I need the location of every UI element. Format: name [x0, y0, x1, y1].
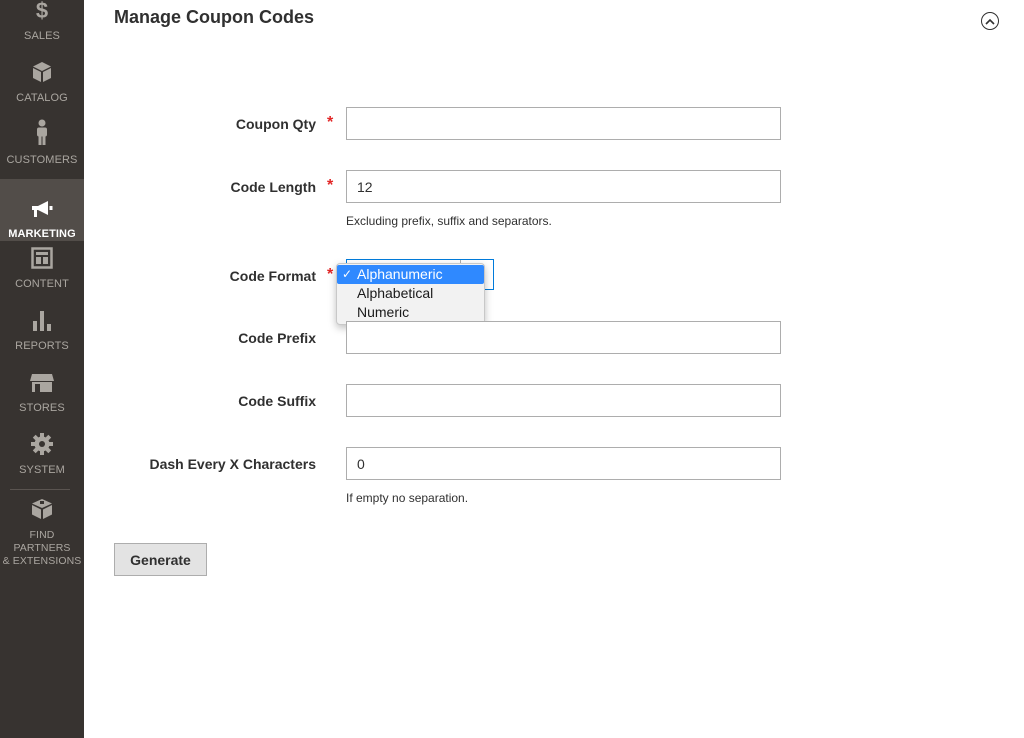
sidebar-item-label: CUSTOMERS: [6, 154, 78, 166]
code-length-note: Excluding prefix, suffix and separators.: [346, 214, 552, 228]
sidebar-item-partners[interactable]: FIND PARTNERS & EXTENSIONS: [0, 498, 84, 568]
option-label: Alphanumeric: [357, 266, 443, 282]
sidebar-item-label: SYSTEM: [19, 464, 65, 476]
admin-sidebar: $ SALES CATALOG CUSTOMERS MARKETING CONT…: [0, 0, 84, 738]
option-alphabetical[interactable]: Alphabetical: [337, 284, 484, 303]
sidebar-item-label: REPORTS: [15, 340, 69, 352]
section-title: Manage Coupon Codes: [114, 7, 315, 27]
chevron-up-icon: [985, 18, 995, 25]
sidebar-item-system[interactable]: SYSTEM: [0, 415, 84, 477]
megaphone-icon: [30, 199, 54, 224]
sidebar-divider: [10, 489, 70, 490]
collapse-section-button[interactable]: [981, 12, 999, 30]
code-format-label: Code Format: [229, 268, 316, 284]
sidebar-item-catalog[interactable]: CATALOG: [0, 43, 84, 105]
option-label: Alphabetical: [357, 285, 434, 301]
sidebar-item-label: STORES: [19, 402, 65, 414]
generate-button[interactable]: Generate: [114, 543, 207, 576]
sidebar-item-content[interactable]: CONTENT: [0, 229, 84, 291]
bar-chart-icon: [32, 309, 52, 336]
sidebar-item-label: CONTENT: [15, 278, 69, 290]
sidebar-item-stores[interactable]: STORES: [0, 353, 84, 415]
dash-every-input[interactable]: [346, 447, 781, 480]
code-suffix-label: Code Suffix: [238, 393, 316, 409]
svg-text:$: $: [36, 0, 48, 21]
cube-icon: [32, 61, 52, 88]
coupon-qty-input[interactable]: [346, 107, 781, 140]
option-alphanumeric[interactable]: ✓ Alphanumeric: [337, 265, 484, 284]
required-marker: *: [327, 114, 334, 131]
gear-icon: [31, 433, 53, 460]
storefront-icon: [29, 373, 55, 398]
sidebar-item-sales[interactable]: $ SALES: [0, 0, 84, 43]
required-marker: *: [327, 177, 334, 194]
dash-every-label: Dash Every X Characters: [149, 456, 316, 472]
layout-icon: [31, 247, 53, 274]
box-icon: [31, 498, 53, 525]
code-suffix-input[interactable]: [346, 384, 781, 417]
dash-every-note: If empty no separation.: [346, 491, 469, 505]
partners-label-line1: FIND PARTNERS: [13, 529, 71, 554]
sidebar-item-label: CATALOG: [16, 92, 68, 104]
coupon-qty-label: Coupon Qty: [235, 116, 316, 132]
code-length-label: Code Length: [230, 179, 316, 195]
code-length-input[interactable]: [346, 170, 781, 203]
sidebar-item-reports[interactable]: REPORTS: [0, 291, 84, 353]
code-format-dropdown: ✓ Alphanumeric Alphabetical Numeric: [336, 263, 485, 325]
option-numeric[interactable]: Numeric: [337, 303, 484, 322]
sidebar-item-customers[interactable]: CUSTOMERS: [0, 105, 84, 167]
option-label: Numeric: [357, 304, 410, 320]
code-prefix-input[interactable]: [346, 321, 781, 354]
check-icon: ✓: [342, 267, 353, 281]
sidebar-item-label: SALES: [24, 30, 60, 42]
partners-label-line2: & EXTENSIONS: [2, 555, 82, 567]
code-prefix-label: Code Prefix: [238, 330, 316, 346]
required-marker: *: [327, 266, 334, 283]
person-icon: [35, 119, 49, 150]
dollar-icon: $: [35, 0, 49, 26]
